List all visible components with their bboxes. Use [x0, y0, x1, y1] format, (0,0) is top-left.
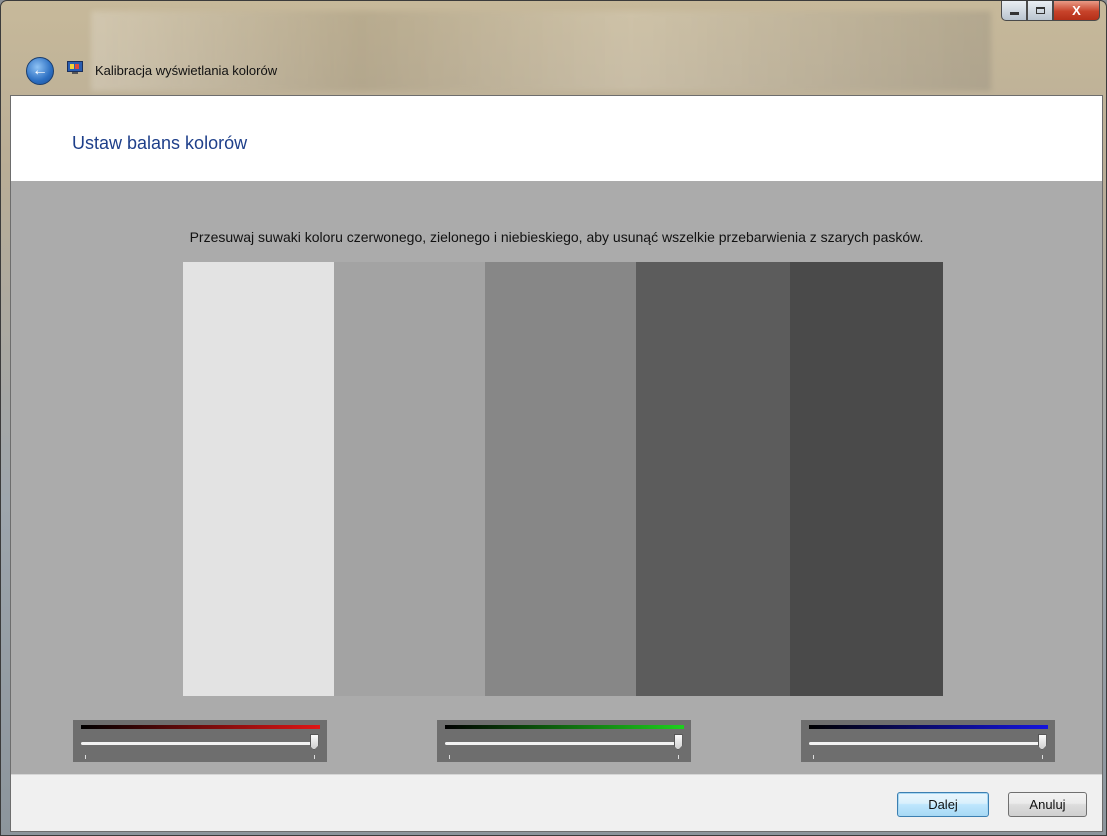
window-frame: X ← Kalibracja wyświetlania kolorów Usta… — [0, 0, 1107, 836]
gray-bar — [485, 262, 636, 696]
close-button[interactable]: X — [1053, 1, 1100, 21]
page-title: Ustaw balans kolorów — [72, 133, 248, 153]
display-calibration-icon — [67, 61, 83, 74]
red-gradient — [81, 725, 320, 729]
slider-tick — [314, 755, 315, 759]
cancel-button[interactable]: Anuluj — [1008, 792, 1087, 817]
gray-bar — [790, 262, 943, 696]
blue-slider — [801, 720, 1055, 762]
green-gradient — [445, 725, 684, 729]
blue-gradient — [809, 725, 1048, 729]
green-slider-thumb[interactable] — [673, 734, 683, 750]
green-slider-track[interactable] — [445, 742, 679, 745]
slider-tick — [449, 755, 450, 759]
slider-tick — [678, 755, 679, 759]
window-title: Kalibracja wyświetlania kolorów — [95, 63, 278, 78]
instruction-text: Przesuwaj suwaki koloru czerwonego, ziel… — [189, 229, 924, 245]
minimize-button[interactable] — [1001, 1, 1027, 21]
back-button[interactable]: ← — [26, 57, 54, 85]
gray-bar — [183, 262, 334, 696]
wizard-footer: Dalej Anuluj — [11, 774, 1102, 831]
close-icon: X — [1072, 3, 1081, 18]
red-slider-track[interactable] — [81, 742, 315, 745]
back-arrow-icon: ← — [32, 62, 48, 79]
glass-background — [91, 11, 991, 91]
next-button[interactable]: Dalej — [897, 792, 989, 817]
slider-tick — [85, 755, 86, 759]
red-slider-thumb[interactable] — [309, 734, 319, 750]
slider-tick — [1042, 755, 1043, 759]
wizard-content: Ustaw balans kolorów Przesuwaj suwaki ko… — [10, 95, 1103, 832]
caption-buttons: X — [1001, 1, 1100, 21]
green-slider — [437, 720, 691, 762]
blue-slider-track[interactable] — [809, 742, 1043, 745]
page-header: Ustaw balans kolorów — [11, 96, 1102, 181]
slider-tick — [813, 755, 814, 759]
red-slider — [73, 720, 327, 762]
gray-bars — [183, 262, 943, 696]
maximize-button[interactable] — [1027, 1, 1053, 21]
gray-bar — [334, 262, 485, 696]
maximize-icon — [1035, 7, 1045, 14]
blue-slider-thumb[interactable] — [1037, 734, 1047, 750]
gray-bar — [636, 262, 790, 696]
minimize-icon — [1009, 12, 1019, 15]
